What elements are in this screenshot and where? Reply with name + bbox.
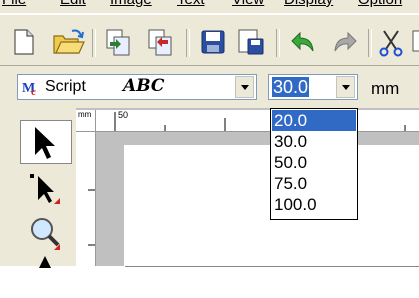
redo-icon	[334, 31, 357, 52]
size-dropdown-button[interactable]	[336, 76, 355, 98]
undo-button[interactable]	[286, 27, 318, 57]
cut-icon	[379, 30, 403, 57]
main-toolbar	[0, 14, 419, 66]
document-icon	[412, 30, 419, 52]
size-value[interactable]: 30.0	[272, 77, 310, 97]
menu-view[interactable]: View	[232, 0, 264, 8]
size-option[interactable]: 100.0	[272, 194, 356, 215]
new-document-icon	[14, 29, 34, 55]
ruler-corner: mm	[76, 110, 96, 132]
import-button[interactable]	[104, 27, 136, 57]
text-tool-button[interactable]	[20, 254, 72, 298]
tool-panel	[0, 108, 76, 268]
font-type-icon: M c	[22, 81, 36, 96]
font-preview: ABC	[123, 76, 165, 96]
save-icon	[201, 30, 225, 54]
menu-bar: File Edit Image Text View Display Option	[0, 0, 419, 13]
toolbar-separator	[276, 29, 280, 57]
font-dropdown-button[interactable]	[235, 76, 254, 98]
size-option[interactable]: 30.0	[272, 131, 356, 152]
menu-edit[interactable]: Edit	[60, 0, 86, 8]
horizontal-ruler-ticks	[114, 112, 406, 131]
toolbar-separator	[92, 29, 96, 57]
size-option[interactable]: 50.0	[272, 152, 356, 173]
save-as-button[interactable]	[236, 27, 268, 57]
open-button[interactable]	[52, 27, 85, 57]
unit-label: mm	[371, 79, 400, 98]
point-edit-tool-button[interactable]	[20, 168, 72, 212]
vertical-ruler-ticks	[88, 189, 95, 246]
cut-button[interactable]	[376, 27, 408, 57]
size-dropdown-list: 20.0 30.0 50.0 75.0 100.0	[270, 108, 358, 220]
ruler-unit-label: mm	[78, 110, 92, 119]
export-button[interactable]	[146, 27, 178, 57]
select-arrow-icon	[35, 127, 55, 159]
import-icon	[106, 29, 130, 56]
ruler-label: 50	[118, 110, 129, 120]
font-toolbar: M c Script ABC 30.0	[0, 66, 419, 108]
save-as-icon	[238, 29, 264, 55]
menu-image[interactable]: Image	[110, 0, 152, 8]
select-tool-button[interactable]	[20, 120, 72, 164]
font-name: Script	[45, 78, 86, 95]
svg-text:c: c	[31, 86, 36, 96]
size-option[interactable]: 20.0	[272, 110, 356, 131]
point-edit-icon	[30, 174, 60, 204]
menu-text[interactable]: Text	[177, 0, 205, 8]
size-select[interactable]: 30.0	[268, 74, 358, 100]
toolbar-separator	[186, 29, 190, 57]
size-option[interactable]: 75.0	[272, 173, 356, 194]
menu-option[interactable]: Option	[358, 0, 402, 8]
menu-display[interactable]: Display	[284, 0, 333, 8]
toolbar-overflow-button[interactable]	[412, 27, 419, 57]
redo-button[interactable]	[330, 27, 362, 57]
zoom-tool-button[interactable]	[20, 212, 72, 256]
font-select[interactable]: M c Script ABC	[17, 74, 257, 100]
undo-icon	[291, 31, 314, 52]
menu-file[interactable]: File	[2, 0, 26, 8]
save-button[interactable]	[198, 27, 230, 57]
toolbar-separator	[368, 29, 372, 57]
export-icon	[148, 29, 172, 56]
new-document-button[interactable]	[10, 27, 42, 57]
open-folder-icon	[53, 29, 85, 54]
zoom-icon	[31, 218, 60, 250]
horizontal-ruler: 50 0	[95, 110, 419, 132]
vertical-ruler	[76, 110, 96, 266]
